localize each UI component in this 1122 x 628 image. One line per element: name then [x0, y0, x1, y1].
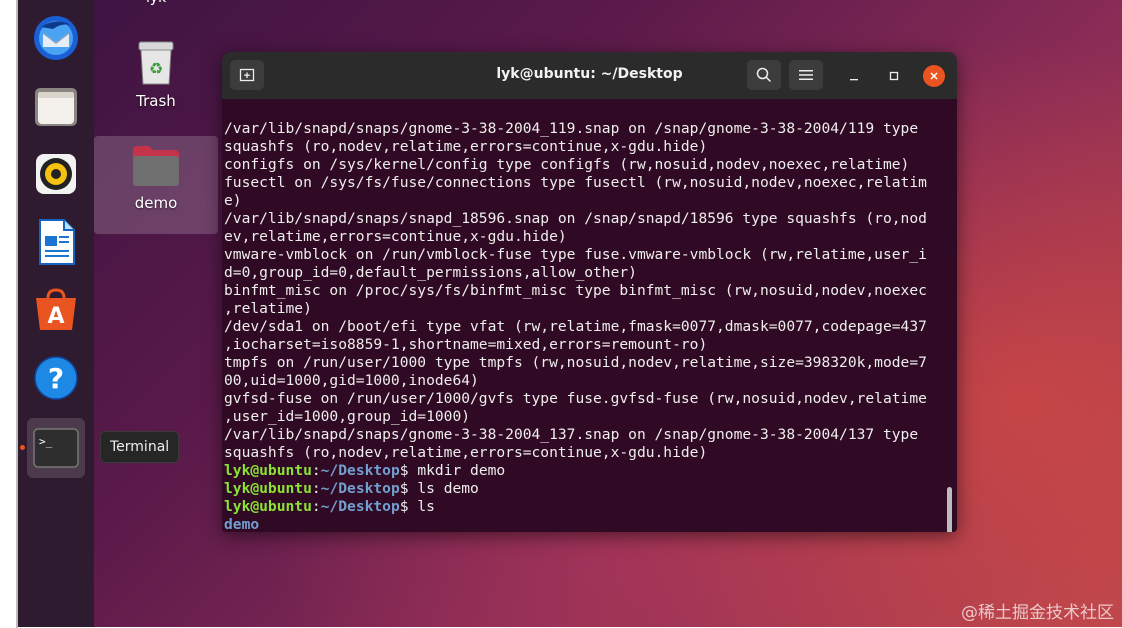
maximize-icon: [889, 71, 899, 81]
left-margin: [0, 0, 16, 628]
prompt-end: $: [399, 480, 409, 497]
dock-help[interactable]: ?: [28, 350, 84, 406]
dock-tooltip: Terminal: [100, 431, 180, 463]
help-icon: ?: [34, 356, 78, 400]
minimize-button[interactable]: [843, 65, 865, 87]
hamburger-menu-icon: [799, 70, 813, 80]
output-line: /var/lib/snapd/snaps/gnome-3-38-2004_137…: [224, 426, 919, 443]
terminal-window: lyk@ubuntu: ~/Desktop /var/lib/snapd/sna…: [222, 52, 957, 532]
folder-icon: [133, 146, 179, 186]
prompt-line: lyk@ubuntu:~/Desktop$ mkdir demo: [224, 462, 946, 480]
trash-icon: ♻: [138, 41, 174, 85]
thunderbird-icon: [34, 16, 78, 60]
output-line: fusectl on /sys/fs/fuse/connections type…: [224, 174, 927, 191]
prompt-path: ~/Desktop: [320, 498, 400, 515]
command-text: ls demo: [417, 480, 479, 497]
prompt-line: lyk@ubuntu:~/Desktop$ ls: [224, 498, 946, 516]
prompt-line: lyk@ubuntu:~/Desktop$ ls demo: [224, 480, 946, 498]
close-button[interactable]: [923, 65, 945, 87]
output-line: 00,uid=1000,gid=1000,inode64): [224, 372, 479, 389]
dock-terminal[interactable]: >_: [20, 418, 85, 478]
trash-label: Trash: [136, 92, 176, 110]
output-line: d=0,group_id=0,default_permissions,allow…: [224, 264, 637, 281]
software-store-icon: A: [36, 288, 76, 330]
tooltip-text: Terminal: [110, 439, 170, 455]
terminal-icon: >_: [33, 428, 79, 468]
prompt-end: $: [399, 498, 409, 515]
prompt-path: ~/Desktop: [320, 480, 400, 497]
output-line: squashfs (ro,nodev,relatime,errors=conti…: [224, 138, 708, 155]
desktop-icon-demo[interactable]: demo: [94, 136, 218, 234]
command-text: mkdir demo: [417, 462, 506, 479]
prompt-path: ~/Desktop: [320, 462, 400, 479]
prompt-sep: :: [311, 480, 321, 497]
output-line: /var/lib/snapd/snaps/snapd_18596.snap on…: [224, 210, 927, 227]
svg-text:♻: ♻: [149, 59, 163, 78]
output-line: ,user_id=1000,group_id=1000): [224, 408, 471, 425]
terminal-output: /var/lib/snapd/snaps/gnome-3-38-2004_119…: [224, 102, 946, 532]
maximize-button[interactable]: [883, 65, 905, 87]
svg-text:?: ?: [48, 362, 64, 395]
dock-software[interactable]: A: [28, 282, 84, 338]
document-writer-icon: [39, 219, 75, 265]
output-line: tmpfs on /run/user/1000 type tmpfs (rw,n…: [224, 354, 927, 371]
output-line: ,iocharset=iso8859-1,shortname=mixed,err…: [224, 336, 708, 353]
desktop-icon-trash[interactable]: ♻ Trash: [94, 40, 218, 110]
minimize-icon: [850, 79, 858, 81]
output-line: vmware-vmblock on /run/vmblock-fuse type…: [224, 246, 927, 263]
files-icon: [35, 88, 77, 126]
output-line: /var/lib/snapd/snaps/gnome-3-38-2004_119…: [224, 120, 919, 137]
prompt-user: lyk@ubuntu: [224, 480, 312, 497]
output-line: squashfs (ro,nodev,relatime,errors=conti…: [224, 444, 708, 461]
prompt-sep: :: [311, 462, 321, 479]
output-line: ,relatime): [224, 300, 312, 317]
window-titlebar[interactable]: lyk@ubuntu: ~/Desktop: [222, 52, 957, 99]
dock: A ? >_: [18, 0, 94, 627]
output-line: e): [224, 192, 242, 209]
menu-button[interactable]: [789, 60, 823, 90]
watermark: @稀土掘金技术社区: [961, 603, 1114, 623]
svg-text:A: A: [47, 304, 64, 329]
output-line: /dev/sda1 on /boot/efi type vfat (rw,rel…: [224, 318, 927, 335]
ls-output-dir: demo: [224, 516, 260, 532]
output-line: gvfsd-fuse on /run/user/1000/gvfs type f…: [224, 390, 927, 407]
dock-writer[interactable]: [28, 214, 84, 270]
prompt-user: lyk@ubuntu: [224, 498, 312, 515]
command-text: ls: [417, 498, 435, 515]
close-icon: [930, 72, 938, 80]
running-indicator: [20, 445, 25, 450]
terminal-content[interactable]: /var/lib/snapd/snaps/gnome-3-38-2004_119…: [222, 99, 957, 532]
svg-text:>_: >_: [39, 435, 53, 448]
demo-label: demo: [134, 194, 178, 212]
prompt-user: lyk@ubuntu: [224, 462, 312, 479]
partial-desktop-label: lyk: [146, 0, 166, 6]
dock-files[interactable]: [28, 78, 84, 134]
dock-rhythmbox[interactable]: [28, 146, 84, 202]
search-icon: [756, 67, 772, 83]
output-line: binfmt_misc on /proc/sys/fs/binfmt_misc …: [224, 282, 927, 299]
prompt-sep: :: [311, 498, 321, 515]
output-line: ev,relatime,errors=continue,x-gdu.hide): [224, 228, 567, 245]
scrollbar[interactable]: [947, 487, 952, 532]
speaker-icon: [36, 154, 76, 194]
search-button[interactable]: [747, 60, 781, 90]
dock-thunderbird[interactable]: [28, 10, 84, 66]
prompt-end: $: [399, 462, 409, 479]
output-line: configfs on /sys/kernel/config type conf…: [224, 156, 910, 173]
